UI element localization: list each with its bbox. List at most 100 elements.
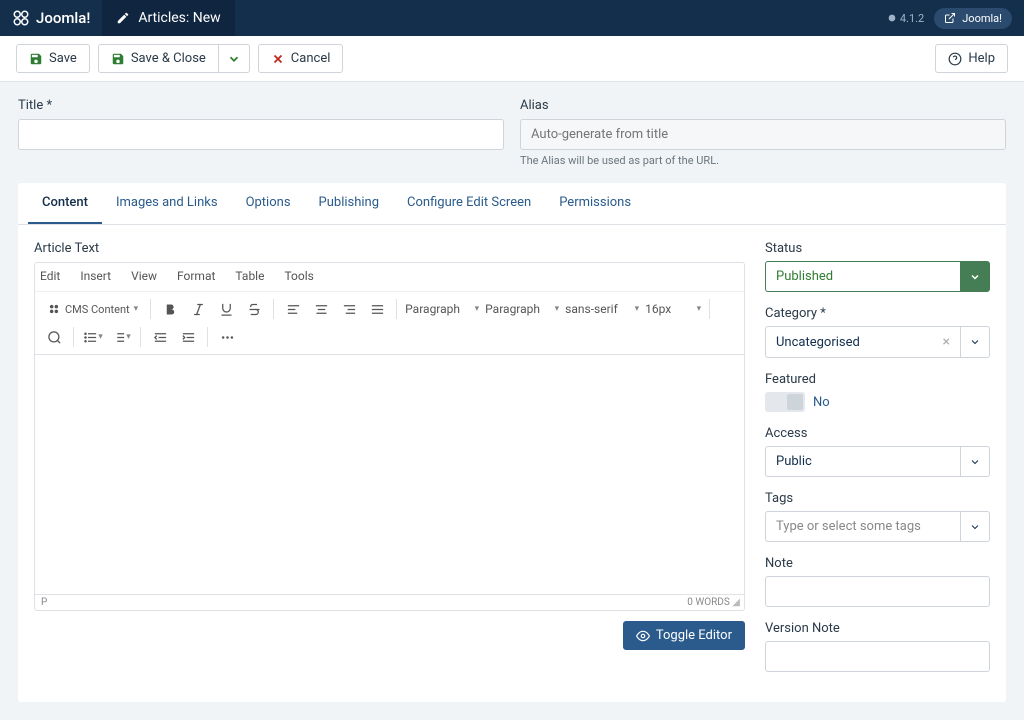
brand-logo[interactable]: Joomla! bbox=[12, 9, 90, 27]
tags-placeholder: Type or select some tags bbox=[776, 519, 921, 534]
align-center-icon bbox=[314, 302, 329, 317]
status-label: Status bbox=[765, 241, 990, 256]
tabs: Content Images and Links Options Publish… bbox=[18, 183, 1006, 225]
chevron-down-icon bbox=[227, 52, 241, 66]
save-close-button[interactable]: Save & Close bbox=[98, 44, 219, 73]
chevron-down-icon bbox=[969, 271, 981, 283]
menu-format[interactable]: Format bbox=[174, 267, 218, 285]
italic-icon bbox=[191, 302, 206, 317]
tags-dropdown-button[interactable] bbox=[960, 511, 990, 542]
tab-body: Article Text Edit Insert View Format Tab… bbox=[18, 225, 1006, 702]
cancel-button[interactable]: Cancel bbox=[258, 44, 344, 73]
align-justify-icon bbox=[370, 302, 385, 317]
menu-tools[interactable]: Tools bbox=[281, 267, 316, 285]
separator bbox=[140, 327, 141, 347]
tab-configure-edit[interactable]: Configure Edit Screen bbox=[393, 183, 545, 224]
align-center-button[interactable] bbox=[308, 296, 334, 322]
menu-edit[interactable]: Edit bbox=[37, 267, 63, 285]
note-input[interactable] bbox=[765, 576, 990, 607]
align-justify-button[interactable] bbox=[364, 296, 390, 322]
editor-menubar: Edit Insert View Format Table Tools bbox=[34, 262, 745, 291]
font-size-select[interactable]: 16px▾ bbox=[643, 298, 703, 320]
toolbar-primary-group: Save Save & Close Cancel bbox=[16, 44, 343, 73]
style-select[interactable]: Paragraph▾ bbox=[483, 298, 561, 320]
alias-input[interactable] bbox=[520, 119, 1006, 150]
toggle-editor-label: Toggle Editor bbox=[656, 628, 732, 643]
separator bbox=[73, 327, 74, 347]
number-list-button[interactable]: ▾ bbox=[108, 324, 134, 350]
tab-publishing[interactable]: Publishing bbox=[305, 183, 394, 224]
chevron-down-icon: ▾ bbox=[98, 332, 103, 342]
access-dropdown-button[interactable] bbox=[960, 446, 990, 477]
align-left-icon bbox=[286, 302, 301, 317]
resize-handle-icon[interactable]: ◢ bbox=[732, 597, 738, 608]
font-family-select[interactable]: sans-serif▾ bbox=[563, 298, 641, 320]
category-dropdown-button[interactable] bbox=[960, 326, 990, 358]
bold-button[interactable] bbox=[157, 296, 183, 322]
cms-content-button[interactable]: CMS Content ▾ bbox=[41, 298, 144, 320]
version-note-input[interactable] bbox=[765, 641, 990, 672]
separator bbox=[273, 299, 274, 319]
title-input[interactable] bbox=[18, 119, 504, 150]
editor-toolbar: CMS Content ▾ Paragraph▾ Paragraph▾ sans… bbox=[34, 291, 745, 355]
menu-view[interactable]: View bbox=[128, 267, 160, 285]
menu-insert[interactable]: Insert bbox=[77, 267, 114, 285]
tab-images-links[interactable]: Images and Links bbox=[102, 183, 232, 224]
access-label: Access bbox=[765, 426, 990, 441]
tags-select[interactable]: Type or select some tags bbox=[765, 511, 990, 542]
cms-content-label: CMS Content bbox=[65, 303, 130, 316]
featured-toggle: No bbox=[765, 392, 990, 412]
align-left-button[interactable] bbox=[280, 296, 306, 322]
more-button[interactable] bbox=[214, 324, 240, 350]
tab-options[interactable]: Options bbox=[232, 183, 305, 224]
strikethrough-button[interactable] bbox=[241, 296, 267, 322]
chevron-down-icon: ▾ bbox=[635, 304, 640, 314]
save-close-dropdown[interactable] bbox=[219, 44, 250, 73]
clear-icon[interactable]: × bbox=[943, 334, 950, 350]
align-right-button[interactable] bbox=[336, 296, 362, 322]
bold-icon bbox=[163, 302, 178, 317]
version-badge[interactable]: 4.1.2 bbox=[887, 12, 924, 25]
underline-button[interactable] bbox=[213, 296, 239, 322]
strikethrough-icon bbox=[247, 302, 262, 317]
status-select[interactable]: Published bbox=[765, 261, 990, 292]
question-icon bbox=[948, 52, 962, 66]
menu-table[interactable]: Table bbox=[232, 267, 267, 285]
separator bbox=[150, 299, 151, 319]
block-format-select[interactable]: Paragraph▾ bbox=[403, 298, 481, 320]
toggle-editor-button[interactable]: Toggle Editor bbox=[623, 621, 745, 650]
title-col: Title bbox=[18, 98, 504, 167]
indent-button[interactable] bbox=[175, 324, 201, 350]
user-menu[interactable]: Joomla! bbox=[934, 8, 1012, 29]
separator bbox=[709, 299, 710, 319]
chevron-down-icon: ▾ bbox=[126, 332, 131, 342]
underline-icon bbox=[219, 302, 234, 317]
chevron-down-icon: ▾ bbox=[134, 304, 139, 314]
tab-permissions[interactable]: Permissions bbox=[545, 183, 645, 224]
chevron-down-icon: ▾ bbox=[555, 304, 560, 314]
bullet-list-button[interactable]: ▾ bbox=[80, 324, 106, 350]
category-field: Category Uncategorised× bbox=[765, 306, 990, 358]
action-toolbar: Save Save & Close Cancel Help bbox=[0, 36, 1024, 82]
search-button[interactable] bbox=[41, 324, 67, 350]
featured-switch[interactable] bbox=[765, 392, 805, 412]
status-dropdown-button[interactable] bbox=[960, 261, 990, 292]
pencil-icon bbox=[116, 11, 130, 25]
bullet-list-icon bbox=[83, 330, 98, 345]
outdent-button[interactable] bbox=[147, 324, 173, 350]
alias-help: The Alias will be used as part of the UR… bbox=[520, 154, 1006, 167]
tab-content[interactable]: Content bbox=[28, 183, 102, 224]
chevron-down-icon bbox=[969, 336, 981, 348]
save-button[interactable]: Save bbox=[16, 44, 90, 73]
category-select[interactable]: Uncategorised× bbox=[765, 326, 990, 358]
indent-icon bbox=[181, 330, 196, 345]
access-value: Public bbox=[776, 454, 812, 469]
version-note-label: Version Note bbox=[765, 621, 990, 636]
editor-textarea[interactable] bbox=[34, 355, 745, 595]
search-icon bbox=[47, 330, 62, 345]
version-text: 4.1.2 bbox=[900, 12, 924, 25]
italic-button[interactable] bbox=[185, 296, 211, 322]
save-close-label: Save & Close bbox=[131, 51, 206, 66]
help-button[interactable]: Help bbox=[935, 44, 1008, 73]
access-select[interactable]: Public bbox=[765, 446, 990, 477]
